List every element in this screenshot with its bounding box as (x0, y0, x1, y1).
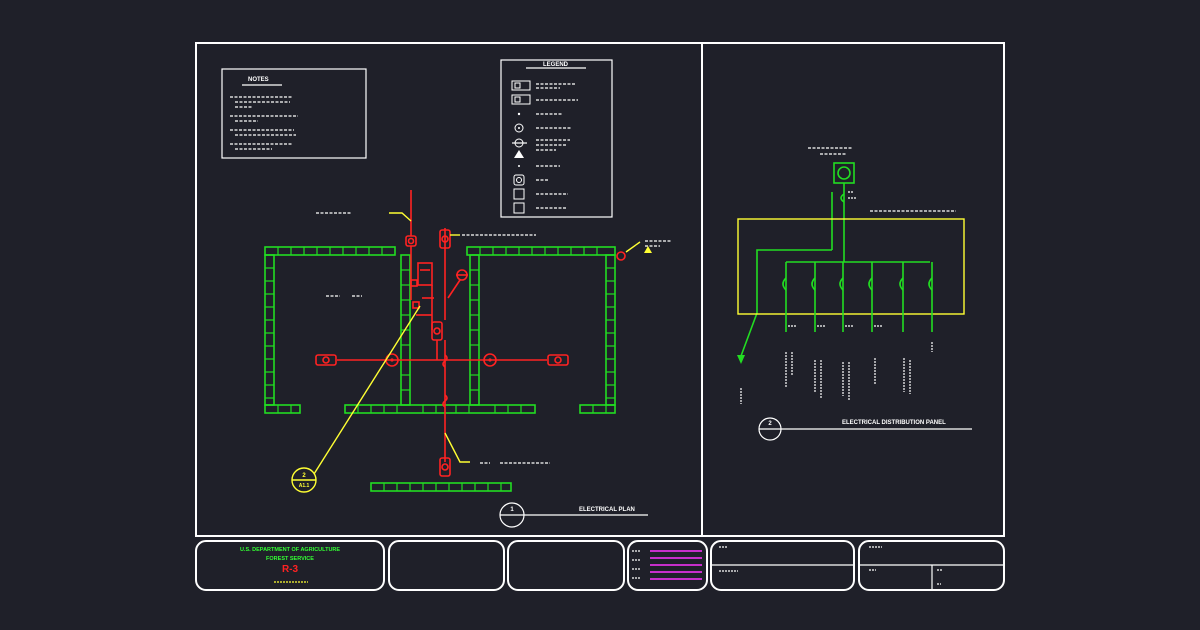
plan-callout-sheet: A1.1 (299, 483, 310, 489)
agency-name: U.S. DEPARTMENT OF AGRICULTURE (240, 547, 340, 553)
sheet-frame (195, 42, 1005, 537)
notes-box: NOTES (221, 68, 367, 159)
plan-title: ELECTRICAL PLAN (579, 507, 635, 513)
plan-callout-number: 2 (302, 473, 306, 479)
plan-number: 1 (510, 507, 514, 513)
region-code: R-3 (282, 564, 299, 575)
service-name: FOREST SERVICE (266, 556, 314, 562)
legend-title: LEGEND (543, 62, 569, 68)
distribution-panel-diagram: 2 ELECTRICAL DISTRIBUTION PANEL (737, 147, 972, 441)
panel-breakers (782, 262, 933, 332)
legend-box: LEGEND (500, 59, 613, 218)
panel-title: ELECTRICAL DISTRIBUTION PANEL (842, 420, 946, 426)
notes-title: NOTES (248, 77, 269, 83)
circuit-labels (740, 325, 933, 404)
panel-number: 2 (768, 421, 772, 427)
revision-lines (632, 550, 702, 580)
cad-drawing-canvas: NOTES LEGEND 2 A1.1 1 ELECTRICAL PLAN 2 … (195, 42, 1005, 591)
plan-title-block: 1 ELECTRICAL PLAN (499, 502, 648, 528)
notes-text-lines (230, 96, 298, 150)
title-block: U.S. DEPARTMENT OF AGRICULTURE FOREST SE… (195, 540, 1005, 591)
floor-plan-walls (264, 246, 616, 492)
